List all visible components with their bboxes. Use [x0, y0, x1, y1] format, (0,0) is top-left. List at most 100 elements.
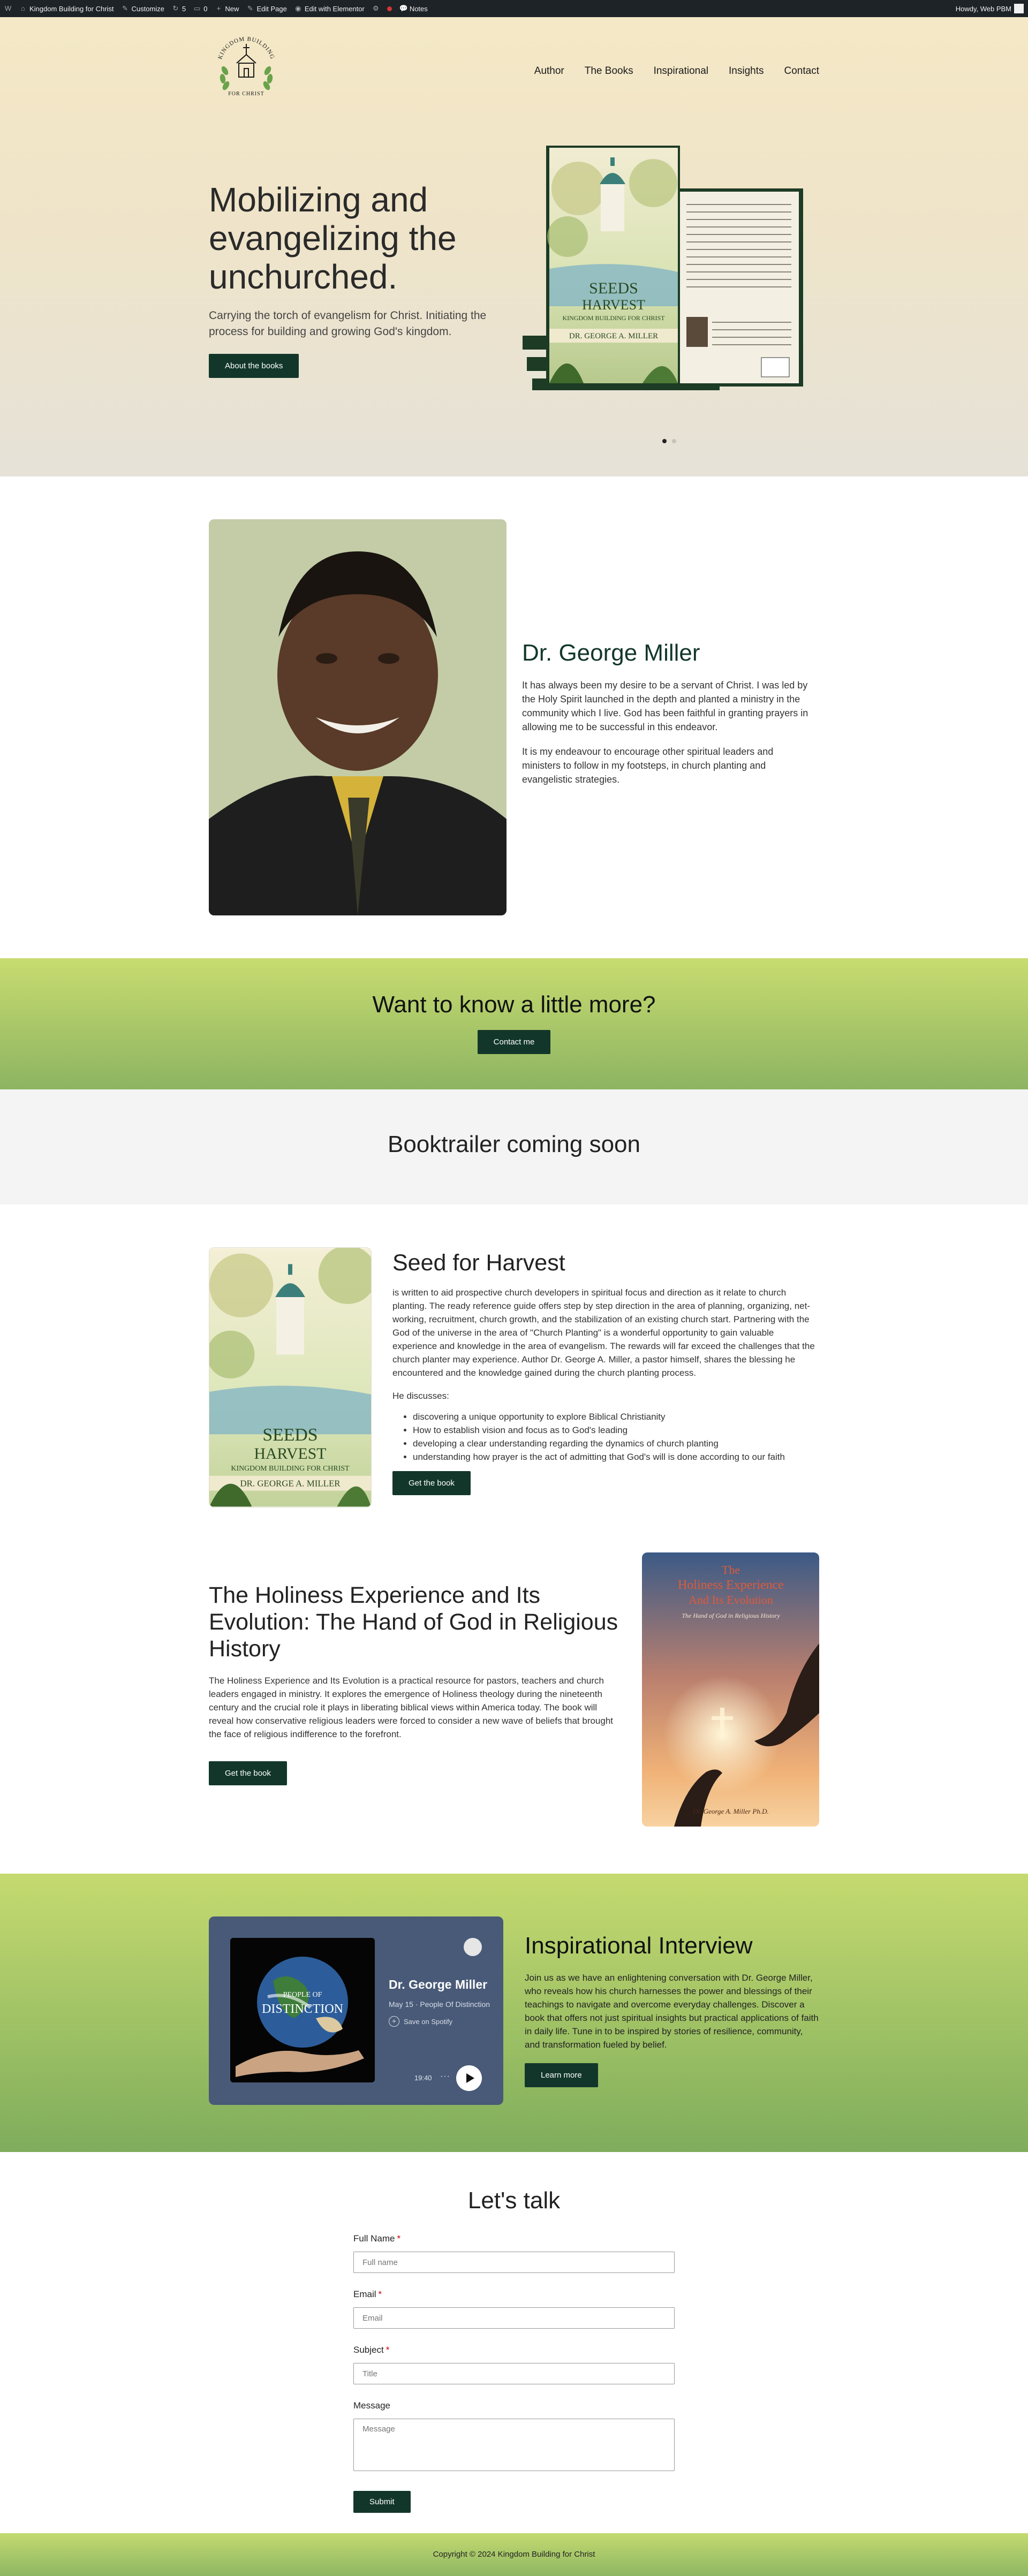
podcast-artwork: PEOPLE OF DISTINCTION	[230, 1938, 375, 2082]
email-input[interactable]	[353, 2307, 675, 2329]
nav-the-books[interactable]: The Books	[585, 65, 633, 77]
elementor-icon: ◉	[295, 4, 301, 12]
more-options-icon[interactable]: ···	[440, 2072, 450, 2081]
about-books-button[interactable]: About the books	[209, 354, 299, 378]
book2-description: The Holiness Experience and Its Evolutio…	[209, 1676, 614, 1739]
wordpress-logo-icon[interactable]: W	[4, 5, 12, 12]
home-icon: ⌂	[21, 4, 25, 12]
message-label: Message	[353, 2400, 390, 2411]
svg-text:SEEDS: SEEDS	[589, 279, 638, 297]
fullname-label: Full Name *	[353, 2233, 401, 2244]
subject-input[interactable]	[353, 2363, 675, 2384]
author-name: Dr. George Miller	[522, 640, 700, 666]
about-paragraph-2: It is my endeavour to encourage other sp…	[522, 746, 774, 785]
get-book1-button[interactable]: Get the book	[392, 1471, 471, 1495]
spotify-save[interactable]: + Save on Spotify	[389, 2016, 452, 2027]
play-button-icon[interactable]	[456, 2065, 482, 2091]
svg-text:PEOPLE OF: PEOPLE OF	[283, 1991, 322, 1999]
booktrailer-title: Booktrailer coming soon	[387, 1131, 640, 1157]
nav-inspirational[interactable]: Inspirational	[654, 65, 708, 77]
interview-title: Inspirational Interview	[525, 1933, 753, 1959]
email-field: Email *	[353, 2289, 675, 2329]
get-book2-button[interactable]: Get the book	[209, 1761, 287, 1785]
spotify-duration: 19:40	[414, 2074, 432, 2082]
pencil-icon: ✎	[247, 4, 253, 12]
list-item: How to establish vision and focus as to …	[413, 1423, 819, 1437]
about-section: Dr. George Miller It has always been my …	[0, 476, 1028, 958]
fullname-field: Full Name *	[353, 2233, 675, 2273]
holiness-experience-text: The Holiness Experience and Its Evolutio…	[209, 1582, 621, 1785]
admin-account[interactable]: Howdy, Web PBM	[956, 4, 1024, 13]
logo-text-bottom: FOR CHRIST	[228, 91, 264, 97]
admin-comments[interactable]: ▭ 0	[193, 5, 207, 13]
status-dot-icon	[387, 6, 392, 11]
list-item: developing a clear understanding regardi…	[413, 1437, 819, 1450]
svg-text:HARVEST: HARVEST	[582, 297, 645, 313]
book1-topics-list: discovering a unique opportunity to expl…	[392, 1410, 819, 1464]
author-portrait	[209, 519, 507, 915]
copyright-text: Copyright © 2024 Kingdom Building for Ch…	[433, 2550, 595, 2559]
svg-text:DR. GEORGE A. MILLER: DR. GEORGE A. MILLER	[569, 332, 658, 340]
carousel-dot-2[interactable]	[672, 439, 676, 443]
hero-text: Mobilizing and evangelizing the unchurch…	[209, 180, 498, 378]
admin-edit-page[interactable]: ✎ Edit Page	[246, 4, 287, 13]
message-field: Message	[353, 2400, 675, 2474]
carousel-dots	[662, 439, 676, 443]
site-logo[interactable]: KINGDOM BUILDING FOR CHRIST	[209, 28, 284, 103]
booktrailer-section: Booktrailer coming soon	[0, 1089, 1028, 1204]
interview-section: PEOPLE OF DISTINCTION Dr. George Miller …	[0, 1874, 1028, 2152]
required-mark: *	[386, 2345, 390, 2355]
interview-text: Inspirational Interview Join us as we ha…	[525, 1933, 819, 2087]
admin-new[interactable]: + New	[215, 5, 239, 13]
spotify-episode-title[interactable]: Dr. George Miller	[389, 1978, 487, 1992]
book1-title: Seed for Harvest	[392, 1250, 565, 1276]
admin-edit-elementor[interactable]: ◉ Edit with Elementor	[294, 5, 365, 13]
spotify-embed[interactable]: PEOPLE OF DISTINCTION Dr. George Miller …	[209, 1916, 503, 2105]
wp-admin-bar: W ⌂ Kingdom Building for Christ ✎ Customiz…	[0, 0, 1028, 17]
comment-icon: ▭	[194, 4, 201, 12]
book2-title: The Holiness Experience and Its Evolutio…	[209, 1582, 618, 1662]
hero-title: Mobilizing and evangelizing the unchurch…	[209, 180, 457, 296]
admin-settings[interactable]: ⚙	[372, 5, 380, 12]
email-label: Email *	[353, 2289, 382, 2299]
site-footer: Copyright © 2024 Kingdom Building for Ch…	[0, 2533, 1028, 2576]
about-paragraph-1: It has always been my desire to be a ser…	[522, 680, 808, 732]
admin-status[interactable]	[387, 6, 392, 11]
subject-field: Subject *	[353, 2345, 675, 2384]
book1-description: is written to aid prospective church dev…	[392, 1287, 815, 1378]
learn-more-button[interactable]: Learn more	[525, 2063, 598, 2087]
svg-text:Holiness Experience: Holiness Experience	[678, 1578, 784, 1592]
contact-section: Let's talk Full Name* Email* Subject* Me…	[0, 2152, 1028, 2533]
message-textarea[interactable]	[353, 2419, 675, 2471]
spotify-logo-icon[interactable]	[464, 1938, 482, 1956]
hero-subtitle: Carrying the torch of evangelism for Chr…	[209, 309, 487, 338]
admin-notes[interactable]: 💬 Notes	[399, 5, 428, 13]
refresh-icon: ↻	[172, 4, 179, 12]
contact-me-button[interactable]: Contact me	[477, 1030, 551, 1054]
svg-text:And Its Evolution: And Its Evolution	[689, 1593, 773, 1607]
admin-site-name[interactable]: ⌂ Kingdom Building for Christ	[19, 5, 114, 13]
plus-icon: +	[216, 4, 221, 12]
interview-description: Join us as we have an enlightening conve…	[525, 1973, 819, 2050]
list-item: understanding how prayer is the act of a…	[413, 1450, 819, 1464]
list-item: discovering a unique opportunity to expl…	[413, 1410, 819, 1423]
svg-text:Dr. George A. Miller Ph.D.: Dr. George A. Miller Ph.D.	[692, 1807, 769, 1815]
admin-customize[interactable]: ✎ Customize	[122, 5, 164, 13]
carousel-dot-1[interactable]	[662, 439, 667, 443]
gear-icon: ⚙	[372, 4, 379, 12]
submit-button[interactable]: Submit	[353, 2491, 411, 2513]
seed-for-harvest-text: Seed for Harvest is written to aid prosp…	[392, 1249, 819, 1495]
books-section: SEEDS HARVEST KINGDOM BUILDING FOR CHRIS…	[0, 1204, 1028, 1874]
nav-author[interactable]: Author	[534, 65, 564, 77]
fullname-input[interactable]	[353, 2252, 675, 2273]
nav-contact[interactable]: Contact	[784, 65, 819, 77]
svg-text:DISTINCTION: DISTINCTION	[262, 2002, 343, 2016]
plus-circle-icon: +	[389, 2016, 399, 2027]
about-text: Dr. George Miller It has always been my …	[522, 640, 811, 786]
main-nav: Author The Books Inspirational Insights …	[534, 65, 819, 77]
hero-book-image: SEEDS HARVEST KINGDOM BUILDING FOR CHRIS…	[523, 146, 803, 390]
contact-form: Full Name* Email* Subject* Message Submi…	[353, 2233, 675, 2513]
admin-revisions[interactable]: ↻ 5	[172, 5, 186, 13]
nav-insights[interactable]: Insights	[729, 65, 764, 77]
cta-section: Want to know a little more? Contact me	[0, 958, 1028, 1089]
